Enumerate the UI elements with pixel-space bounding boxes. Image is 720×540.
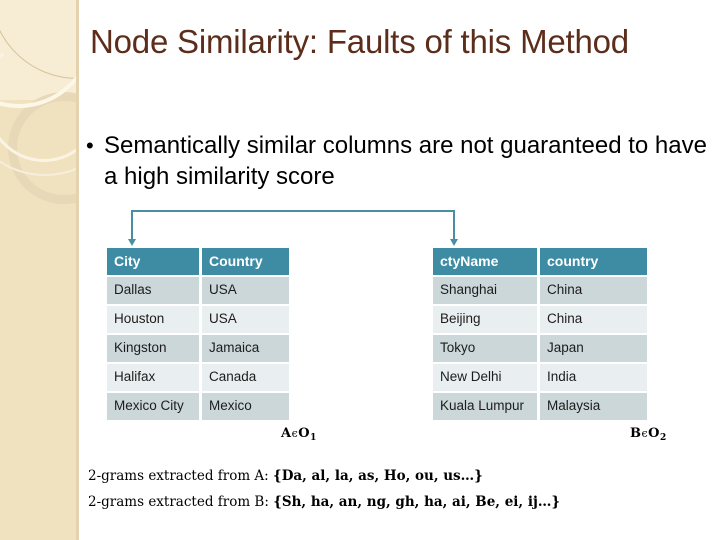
set-label-b-name: B <box>630 426 642 441</box>
set-label-a-set: O <box>298 426 311 441</box>
footnote-line-a: 2-grams extracted from A: {Da, al, la, a… <box>88 463 698 489</box>
column-header-country[interactable]: country <box>540 248 647 275</box>
connector-right-stem <box>453 210 455 240</box>
table-row: Tokyo Japan <box>433 335 647 362</box>
footnotes: 2-grams extracted from A: {Da, al, la, a… <box>88 463 698 515</box>
cell-country: Canada <box>202 364 289 391</box>
page-title: Node Similarity: Faults of this Method <box>90 23 629 60</box>
bullet-marker-icon: • <box>86 133 94 158</box>
cell-city: Dallas <box>107 277 199 304</box>
cell-ctyname: Beijing <box>433 306 537 333</box>
bullet-list: • Semantically similar columns are not g… <box>86 130 711 192</box>
cell-ctyname: Shanghai <box>433 277 537 304</box>
table-a: City Country Dallas USA Houston USA King… <box>104 246 292 422</box>
set-label-a-subscript: 1 <box>310 433 317 443</box>
footnote-a-set: {Da, al, la, as, Ho, ou, us…} <box>273 468 483 484</box>
cell-city: Halifax <box>107 364 199 391</box>
set-label-b-set: O <box>648 426 660 441</box>
table-b: ctyName country Shanghai China Beijing C… <box>430 246 650 422</box>
cell-city: Kingston <box>107 335 199 362</box>
cell-country: Mexico <box>202 393 289 420</box>
arrow-head-down-left-icon <box>128 239 136 246</box>
cell-ctyname: Tokyo <box>433 335 537 362</box>
set-label-b-subscript: 2 <box>660 433 667 443</box>
set-label-a-name: A <box>281 426 292 441</box>
table-row: New Delhi India <box>433 364 647 391</box>
set-label-b: BϵO2 <box>630 426 667 443</box>
column-header-country[interactable]: Country <box>202 248 289 275</box>
footnote-line-b: 2-grams extracted from B: {Sh, ha, an, n… <box>88 489 698 515</box>
table-row: Shanghai China <box>433 277 647 304</box>
cell-country: China <box>540 277 647 304</box>
decorative-arc-swoosh-2 <box>0 44 79 176</box>
column-header-ctyname[interactable]: ctyName <box>433 248 537 275</box>
decorative-side-band <box>0 0 79 540</box>
band-edge-line <box>76 0 79 540</box>
footnote-b-set: {Sh, ha, an, ng, gh, ha, ai, Be, ei, ij…… <box>273 494 561 510</box>
arrow-head-down-right-icon <box>450 239 458 246</box>
cell-country: USA <box>202 277 289 304</box>
cell-ctyname: New Delhi <box>433 364 537 391</box>
table-header-row: ctyName country <box>433 248 647 275</box>
list-item: • Semantically similar columns are not g… <box>86 130 711 192</box>
table-row: Beijing China <box>433 306 647 333</box>
footnote-a-prefix: 2-grams extracted from A: <box>88 468 274 484</box>
column-match-connector <box>128 210 458 250</box>
table-row: Halifax Canada <box>107 364 289 391</box>
connector-left-stem <box>131 210 133 240</box>
cell-ctyname: Kuala Lumpur <box>433 393 537 420</box>
cell-city: Mexico City <box>107 393 199 420</box>
table-row: Dallas USA <box>107 277 289 304</box>
cell-country: China <box>540 306 647 333</box>
column-header-city[interactable]: City <box>107 248 199 275</box>
bullet-text: Semantically similar columns are not gua… <box>104 132 707 190</box>
cell-country: Malaysia <box>540 393 647 420</box>
table-row: Kuala Lumpur Malaysia <box>433 393 647 420</box>
cell-country: USA <box>202 306 289 333</box>
set-label-a: AϵO1 <box>281 426 317 443</box>
cell-country: Japan <box>540 335 647 362</box>
connector-horizontal-bar <box>131 210 455 212</box>
cell-city: Houston <box>107 306 199 333</box>
table-row: Houston USA <box>107 306 289 333</box>
table-row: Mexico City Mexico <box>107 393 289 420</box>
cell-country: India <box>540 364 647 391</box>
table-header-row: City Country <box>107 248 289 275</box>
table-row: Kingston Jamaica <box>107 335 289 362</box>
footnote-b-prefix: 2-grams extracted from B: <box>88 494 274 510</box>
cell-country: Jamaica <box>202 335 289 362</box>
